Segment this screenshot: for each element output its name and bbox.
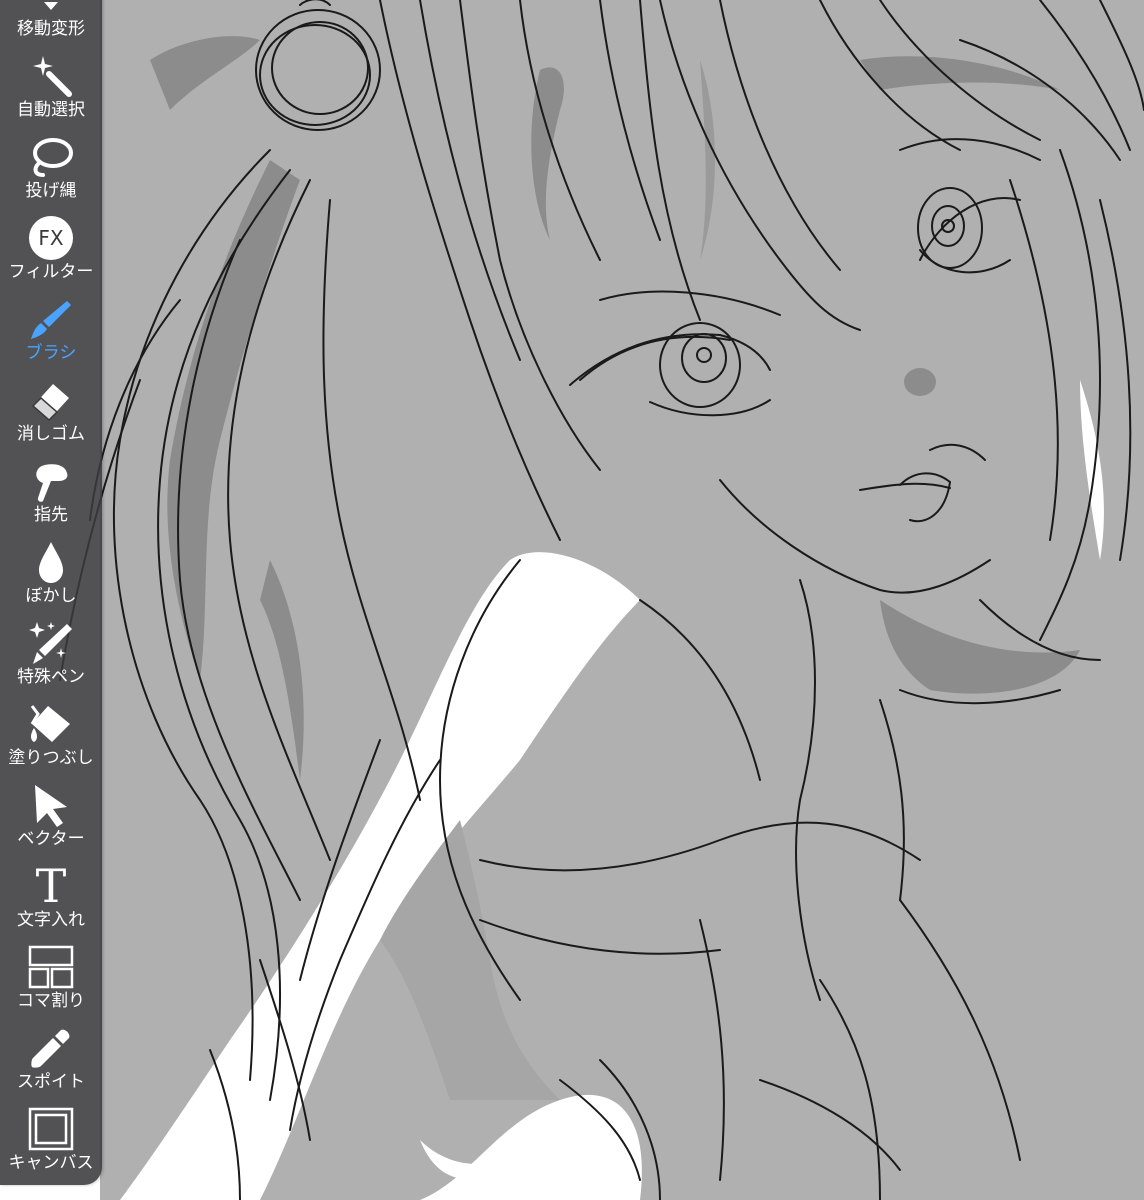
tool-label: 移動変形 [17, 19, 85, 39]
eyedropper-icon [25, 1024, 77, 1072]
tool-move-transform[interactable]: 移動変形 [0, 0, 102, 41]
tool-label: フィルター [8, 262, 94, 282]
tool-lasso[interactable]: 投げ縄 [0, 122, 102, 203]
cheek-mark [904, 368, 936, 396]
tool-frame-divider[interactable]: コマ割り [0, 932, 102, 1013]
drawing-canvas[interactable] [0, 0, 1144, 1200]
tool-special-pen[interactable]: 特殊ペン [0, 608, 102, 689]
tool-label: 文字入れ [17, 910, 85, 930]
tool-label: キャンバス [8, 1153, 94, 1173]
tool-fill[interactable]: 塗りつぶし [0, 689, 102, 770]
tool-label: ぼかし [25, 586, 77, 606]
tool-label: 特殊ペン [17, 667, 85, 687]
vector-arrow-icon [25, 781, 77, 829]
finger-smudge-icon [25, 457, 77, 505]
special-pen-icon [25, 619, 77, 667]
brush-icon [25, 295, 77, 343]
blur-drop-icon [25, 538, 77, 586]
fill-bucket-icon [25, 700, 77, 748]
tool-label: スポイト [17, 1072, 85, 1092]
app-window: 移動変形 自動選択 投げ縄 FX フィルター ブラシ 消しゴム 指先 ぼかし 特… [0, 0, 1144, 1200]
gray-fill-region [100, 0, 1144, 1200]
magic-wand-icon [25, 52, 77, 100]
tool-label: 消しゴム [17, 424, 85, 444]
text-icon: T [25, 862, 77, 910]
tool-eyedropper[interactable]: スポイト [0, 1013, 102, 1094]
tool-label: 塗りつぶし [8, 748, 94, 768]
sketch-artwork [59, 0, 1144, 1200]
tool-label: 指先 [34, 505, 68, 525]
tool-blur[interactable]: ぼかし [0, 527, 102, 608]
tool-vector[interactable]: ベクター [0, 770, 102, 851]
fx-filter-icon: FX [25, 214, 77, 262]
tool-palette: 移動変形 自動選択 投げ縄 FX フィルター ブラシ 消しゴム 指先 ぼかし 特… [0, 0, 102, 1185]
text-icon-glyph: T [35, 859, 67, 913]
tool-label: ブラシ [25, 343, 77, 363]
tool-magic-wand[interactable]: 自動選択 [0, 41, 102, 122]
lasso-icon [25, 133, 77, 181]
tool-label: 自動選択 [17, 100, 85, 120]
tool-text[interactable]: T 文字入れ [0, 851, 102, 932]
tool-finger[interactable]: 指先 [0, 446, 102, 527]
tool-eraser[interactable]: 消しゴム [0, 365, 102, 446]
tool-canvas[interactable]: キャンバス [0, 1094, 102, 1175]
tool-label: コマ割り [17, 991, 85, 1011]
tool-brush[interactable]: ブラシ [0, 284, 102, 365]
tool-filter[interactable]: FX フィルター [0, 203, 102, 284]
fx-icon-text: FX [29, 216, 73, 260]
tool-label: 投げ縄 [25, 181, 77, 201]
frame-divider-icon [25, 943, 77, 991]
move-transform-icon [25, 0, 77, 19]
tool-label: ベクター [17, 829, 85, 849]
eraser-icon [25, 376, 77, 424]
canvas-icon [25, 1105, 77, 1153]
